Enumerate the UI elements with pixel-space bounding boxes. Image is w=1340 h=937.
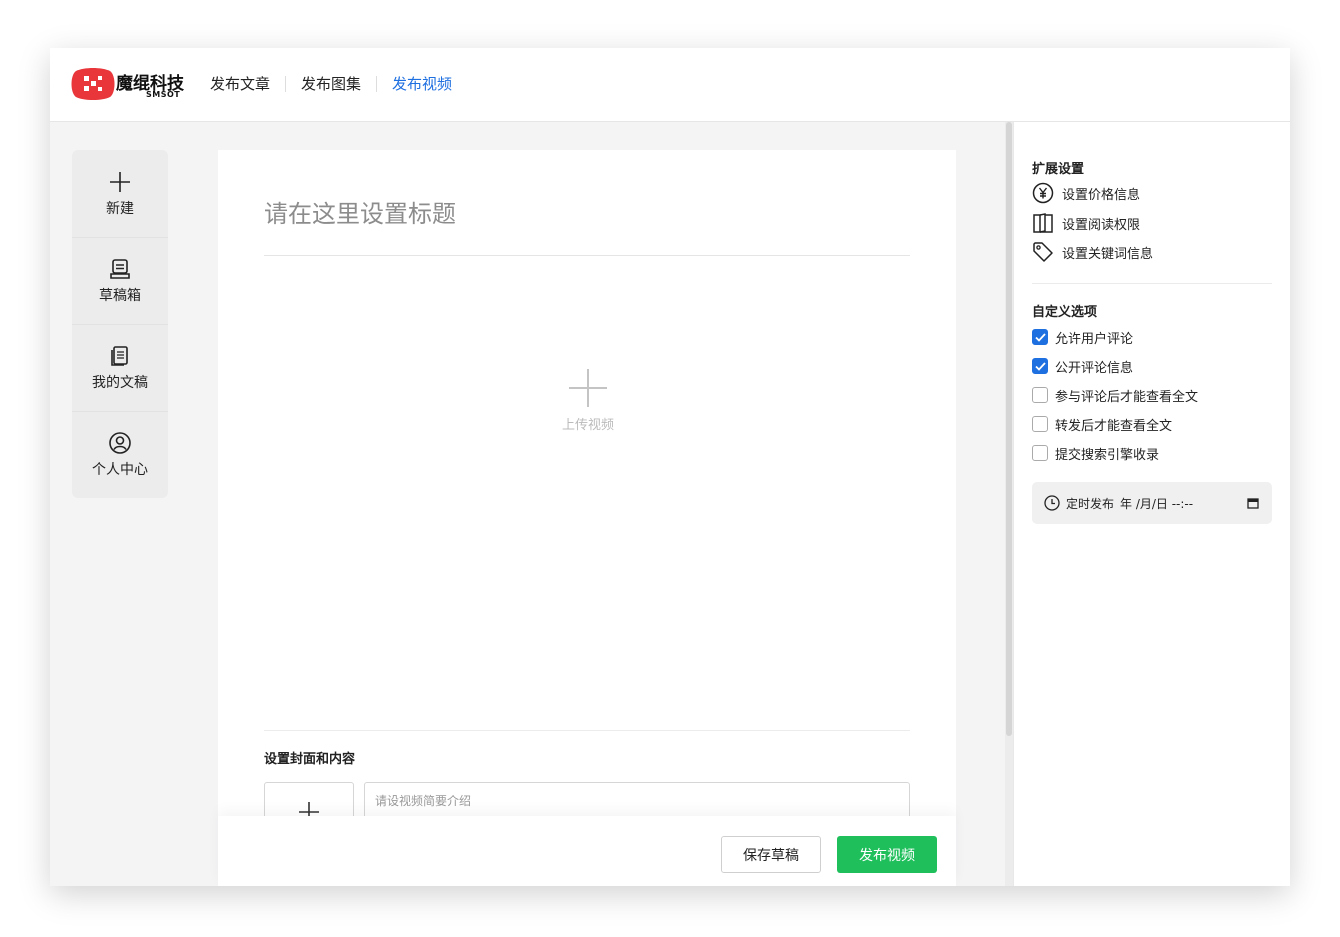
tab-publish-article[interactable]: 发布文章	[210, 74, 285, 94]
tag-icon	[1033, 242, 1053, 262]
documents-icon	[111, 346, 128, 366]
upload-label: 上传视频	[561, 418, 614, 433]
upload-video-button[interactable]: 上传视频	[538, 368, 638, 448]
set-read-permission-item[interactable]: 设置阅读权限	[1032, 212, 1140, 234]
option-label: 公开评论信息	[1055, 360, 1134, 376]
title-underline	[264, 255, 910, 256]
checkbox-checked[interactable]	[1032, 329, 1048, 345]
option-search-engine[interactable]: 提交搜索引擎收录	[1032, 444, 1160, 463]
editor-panel: 请在这里设置标题 上传视频 设置封面和内容 请设视频简要介绍	[218, 150, 956, 886]
checkbox-unchecked[interactable]	[1032, 445, 1048, 461]
logo-mark-icon	[71, 68, 115, 100]
tab-publish-gallery[interactable]: 发布图集	[286, 74, 376, 94]
sidebar-item-profile[interactable]: 个人中心	[72, 411, 168, 498]
sidebar-item-label: 草稿箱	[99, 288, 141, 304]
user-circle-icon	[109, 432, 131, 454]
checkbox-unchecked[interactable]	[1032, 387, 1048, 403]
title-input[interactable]: 请在这里设置标题	[264, 194, 456, 229]
scrollbar-thumb[interactable]	[1006, 122, 1012, 736]
drafts-icon	[110, 259, 130, 279]
left-sidebar: 新建 草稿箱 我的文稿 个人中心	[72, 150, 168, 498]
plus-icon	[110, 171, 130, 192]
sidebar-item-my-documents[interactable]: 我的文稿	[72, 324, 168, 411]
brand-sub: SMSOT	[146, 90, 181, 99]
schedule-datetime-input[interactable]: 年 /月/日 --:--	[1120, 495, 1193, 512]
option-allow-comments[interactable]: 允许用户评论	[1032, 328, 1134, 347]
option-share-to-read[interactable]: 转发后才能查看全文	[1032, 415, 1173, 434]
calendar-icon[interactable]	[1246, 496, 1260, 510]
set-price-label: 设置价格信息	[1062, 187, 1141, 203]
upload-plus-icon	[569, 369, 607, 407]
content-divider	[264, 730, 910, 731]
check-icon	[1034, 361, 1046, 371]
option-label: 提交搜索引擎收录	[1055, 447, 1160, 463]
app-window: 魔绲科技 SMSOT 发布文章 发布图集 发布视频 新建 草稿箱 我的文稿 个人…	[50, 48, 1290, 886]
brand-logo[interactable]: 魔绲科技 SMSOT	[70, 65, 184, 105]
extension-settings-title: 扩展设置	[1032, 162, 1085, 177]
checkbox-checked[interactable]	[1032, 358, 1048, 374]
editor-scrollbar[interactable]	[1005, 122, 1013, 886]
top-nav: 发布文章 发布图集 发布视频	[210, 74, 467, 94]
action-footer: 保存草稿 发布视频	[218, 816, 956, 886]
settings-panel: 扩展设置 设置价格信息 设置阅读权限 设置关键词信息 自定义选项 允许用户评论 …	[1013, 122, 1290, 886]
settings-divider	[1032, 283, 1272, 284]
set-keywords-label: 设置关键词信息	[1062, 246, 1154, 262]
sidebar-item-label: 我的文稿	[92, 375, 148, 391]
option-label: 允许用户评论	[1055, 331, 1134, 347]
custom-options-title: 自定义选项	[1032, 305, 1098, 320]
check-icon	[1034, 332, 1046, 342]
yen-icon	[1032, 182, 1054, 204]
book-icon	[1033, 213, 1053, 233]
option-comment-to-read[interactable]: 参与评论后才能查看全文	[1032, 386, 1199, 405]
option-label: 参与评论后才能查看全文	[1055, 389, 1199, 405]
save-draft-button[interactable]: 保存草稿	[721, 836, 821, 873]
clock-icon	[1044, 495, 1060, 511]
option-label: 转发后才能查看全文	[1055, 418, 1173, 434]
publish-video-button[interactable]: 发布视频	[837, 836, 937, 873]
cover-section-title: 设置封面和内容	[264, 752, 356, 767]
set-price-item[interactable]: 设置价格信息	[1032, 182, 1140, 204]
schedule-label: 定时发布	[1066, 496, 1115, 511]
set-keywords-item[interactable]: 设置关键词信息	[1032, 241, 1153, 263]
top-bar: 魔绲科技 SMSOT 发布文章 发布图集 发布视频	[50, 48, 1290, 122]
sidebar-item-label: 个人中心	[92, 462, 148, 478]
tab-publish-video[interactable]: 发布视频	[377, 74, 467, 94]
option-public-comments[interactable]: 公开评论信息	[1032, 357, 1134, 376]
schedule-publish-field[interactable]: 定时发布 年 /月/日 --:--	[1032, 482, 1272, 524]
checkbox-unchecked[interactable]	[1032, 416, 1048, 432]
sidebar-item-label: 新建	[106, 200, 134, 217]
sidebar-item-drafts[interactable]: 草稿箱	[72, 237, 168, 324]
set-read-permission-label: 设置阅读权限	[1062, 217, 1141, 233]
sidebar-item-new[interactable]: 新建	[72, 150, 168, 237]
